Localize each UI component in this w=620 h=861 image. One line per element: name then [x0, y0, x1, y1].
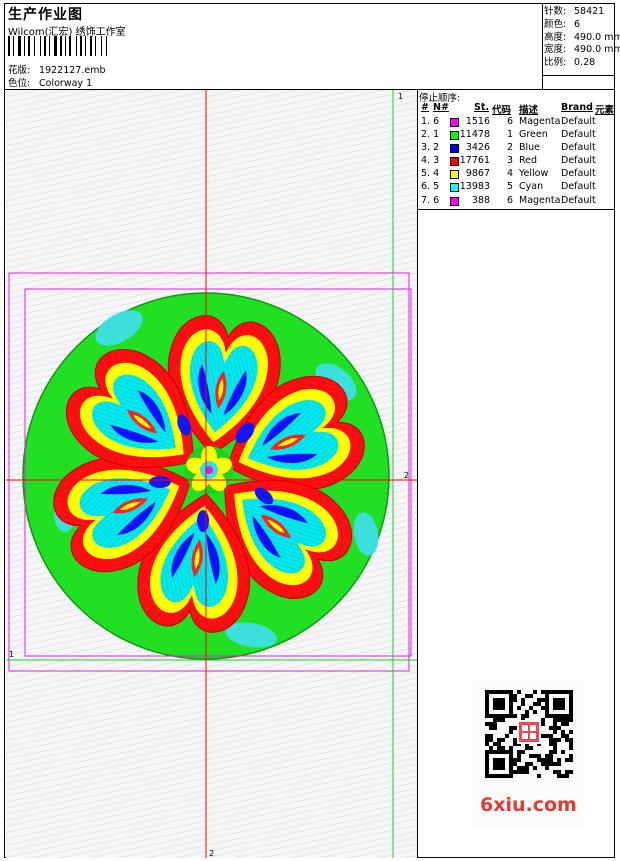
stop-description: Red: [519, 155, 538, 167]
color-swatch: [450, 118, 459, 127]
width-label: 宽度:: [544, 44, 567, 56]
stop-code: 3: [507, 155, 514, 167]
stop-stitches: 9867: [465, 168, 490, 180]
height-value: 490.0 mm: [574, 31, 620, 43]
scale-value: 0.28: [574, 57, 596, 69]
col-number: N#: [433, 102, 449, 113]
color-swatch: [450, 131, 459, 141]
stop-code: 6: [507, 116, 514, 127]
stop-brand: Default: [561, 168, 596, 180]
color-swatch: [450, 170, 459, 180]
stop-brand: Default: [561, 155, 596, 167]
stop-brand: Default: [561, 142, 596, 154]
col-stitches: St.: [474, 102, 489, 113]
color-swatch: [450, 157, 459, 167]
stop-row: 1. 6 1516 6 Magenta Default: [419, 116, 615, 129]
color-swatch: [450, 183, 459, 193]
stop-index: 1. 6: [421, 116, 440, 127]
col-index: #: [421, 102, 429, 113]
barcode: [8, 36, 107, 56]
stops-underline: [417, 209, 614, 210]
stop-stitches: 388: [471, 194, 490, 206]
stop-index: 6. 5: [421, 181, 440, 193]
marker-bottom: 2: [209, 849, 214, 858]
watermark: 6xiu.com: [480, 794, 577, 816]
colorway-label: 色位:: [8, 78, 31, 89]
col-brand: Brand: [561, 102, 593, 113]
stop-row: 2. 1 11478 1 Green Default: [419, 129, 615, 142]
color-swatch: [450, 144, 459, 154]
stats-divider: [542, 4, 543, 89]
stop-stitches: 11478: [459, 129, 490, 141]
width-value: 490.0 mm: [574, 44, 620, 56]
colors-value: 6: [574, 18, 581, 30]
stop-brand: Default: [561, 116, 596, 127]
stop-row: 5. 4 9867 4 Yellow Default: [419, 168, 615, 181]
production-sheet: 生产作业图 Wilcom(汇宏) 绣饰工作室 花版: 1922127.emb 色…: [4, 3, 620, 858]
sheet-title: 生产作业图: [8, 7, 83, 23]
col-description: 描述: [519, 105, 539, 116]
stop-code: 5: [507, 181, 514, 193]
embroidery-preview: 1 2 1 2: [6, 90, 417, 858]
stop-stitches: 3426: [465, 142, 490, 154]
stop-brand: Default: [561, 129, 596, 141]
design-file-row: 花版: 1922127.emb: [8, 62, 106, 76]
stop-code: 6: [507, 194, 514, 206]
stop-sequence-header: # N# St. 代码 描述 Brand 元素: [419, 102, 615, 116]
color-swatch: [450, 196, 459, 206]
col-element: 元素: [595, 105, 615, 116]
stop-index: 4. 3: [421, 155, 440, 167]
stop-code: 2: [507, 142, 514, 154]
marker-right: 2: [404, 471, 409, 480]
stop-stitches: 13983: [459, 181, 490, 193]
stop-brand: Default: [561, 181, 596, 193]
colorway-row: 色位: Colorway 1: [8, 75, 92, 89]
height-label: 高度:: [544, 31, 567, 43]
marker-left: 1: [9, 650, 14, 659]
scale-label: 比例:: [544, 57, 567, 69]
stats-underline: [542, 75, 614, 76]
stop-index: 2. 1: [421, 129, 440, 141]
stop-index: 7. 6: [421, 194, 440, 206]
stop-index: 3. 2: [421, 142, 440, 154]
stop-stitches: 17761: [459, 155, 490, 167]
stitches-value: 58421: [574, 6, 605, 17]
stop-row: 3. 2 3426 2 Blue Default: [419, 142, 615, 155]
design-stats: 针数: 58421 颜色: 6 高度: 490.0 mm 宽度: 490.0 mm 比例…: [544, 6, 620, 70]
colorway-value: Colorway 1: [39, 78, 93, 89]
stop-stitches: 1516: [465, 116, 490, 127]
col-code: 代码: [492, 105, 512, 116]
stop-row: 6. 5 13983 5 Cyan Default: [419, 181, 615, 194]
panel-divider: [417, 89, 418, 857]
stop-description: Magenta: [519, 116, 561, 127]
design-preview: 1 2 1 2: [6, 90, 417, 858]
marker-top: 1: [398, 92, 403, 101]
design-label: 花版:: [8, 65, 31, 76]
stop-description: Yellow: [519, 168, 549, 180]
stop-description: Green: [519, 129, 548, 141]
stop-row: 7. 6 388 6 Magenta Default: [419, 195, 615, 208]
stop-description: Cyan: [519, 181, 544, 193]
stop-index: 5. 4: [421, 168, 440, 180]
stop-row: 4. 3 17761 3 Red Default: [419, 155, 615, 168]
stop-code: 4: [507, 168, 514, 180]
stop-code: 1: [507, 129, 514, 141]
stitches-label: 针数:: [544, 6, 567, 17]
colors-label: 颜色:: [544, 18, 567, 30]
stop-brand: Default: [561, 194, 596, 206]
stop-sequence-list: 1. 6 1516 6 Magenta Default 2. 1 11478 1 Green De…: [419, 116, 615, 208]
stop-description: Magenta: [519, 194, 561, 206]
stop-description: Blue: [519, 142, 541, 154]
